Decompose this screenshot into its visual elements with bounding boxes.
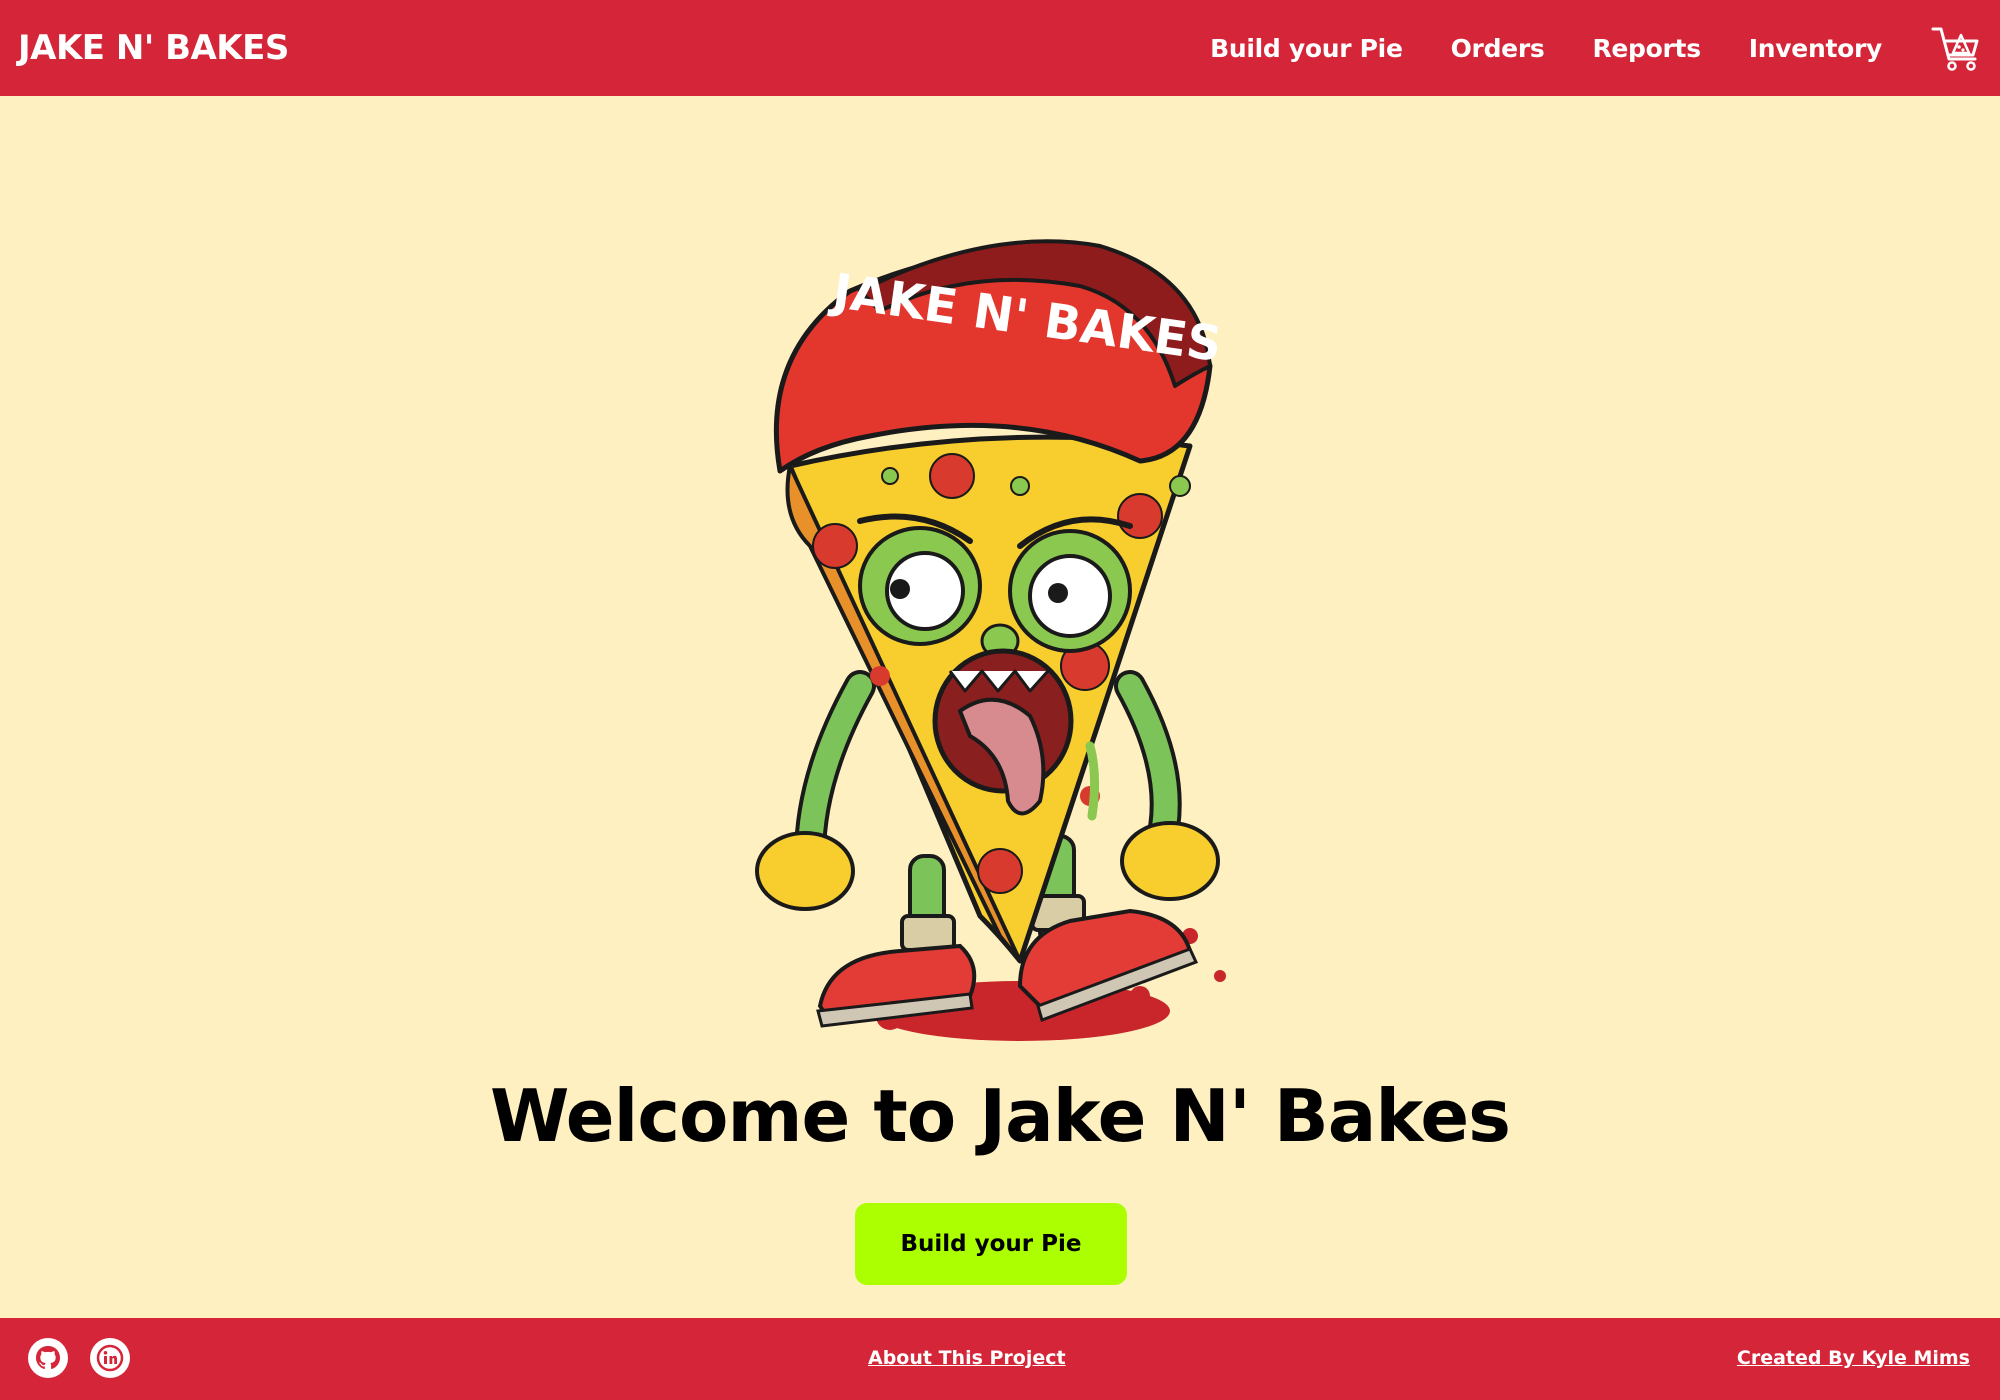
build-your-pie-button[interactable]: Build your Pie xyxy=(855,1203,1127,1285)
footer: About This Project Created By Kyle Mims xyxy=(0,1318,2000,1400)
linkedin-link[interactable] xyxy=(90,1338,130,1378)
welcome-heading: Welcome to Jake N' Bakes xyxy=(489,1074,1511,1158)
social-links xyxy=(28,1338,130,1378)
nav-orders[interactable]: Orders xyxy=(1451,34,1545,63)
created-by-link[interactable]: Created By Kyle Mims xyxy=(1737,1347,1970,1369)
nav-build-your-pie[interactable]: Build your Pie xyxy=(1210,34,1403,63)
nav-reports[interactable]: Reports xyxy=(1592,34,1701,63)
github-link[interactable] xyxy=(28,1338,68,1378)
zombie-pizza-mascot: JAKE N' BAKES xyxy=(755,239,1226,1041)
linkedin-icon xyxy=(96,1344,124,1372)
nav-inventory[interactable]: Inventory xyxy=(1749,34,1883,63)
shopping-cart-icon xyxy=(1931,27,1979,71)
cart-button[interactable] xyxy=(1930,22,1982,74)
about-project-link[interactable]: About This Project xyxy=(868,1347,1066,1369)
top-navbar: JAKE N' BAKES Build your Pie Orders Repo… xyxy=(0,0,2000,96)
main-nav: Build your Pie Orders Reports Inventory xyxy=(1210,22,1982,74)
github-icon xyxy=(36,1346,60,1370)
brand-logo-link[interactable]: JAKE N' BAKES xyxy=(18,28,289,68)
hero-section: JAKE N' BAKES Welcome to Jake N' Bakes B… xyxy=(0,96,2000,1318)
